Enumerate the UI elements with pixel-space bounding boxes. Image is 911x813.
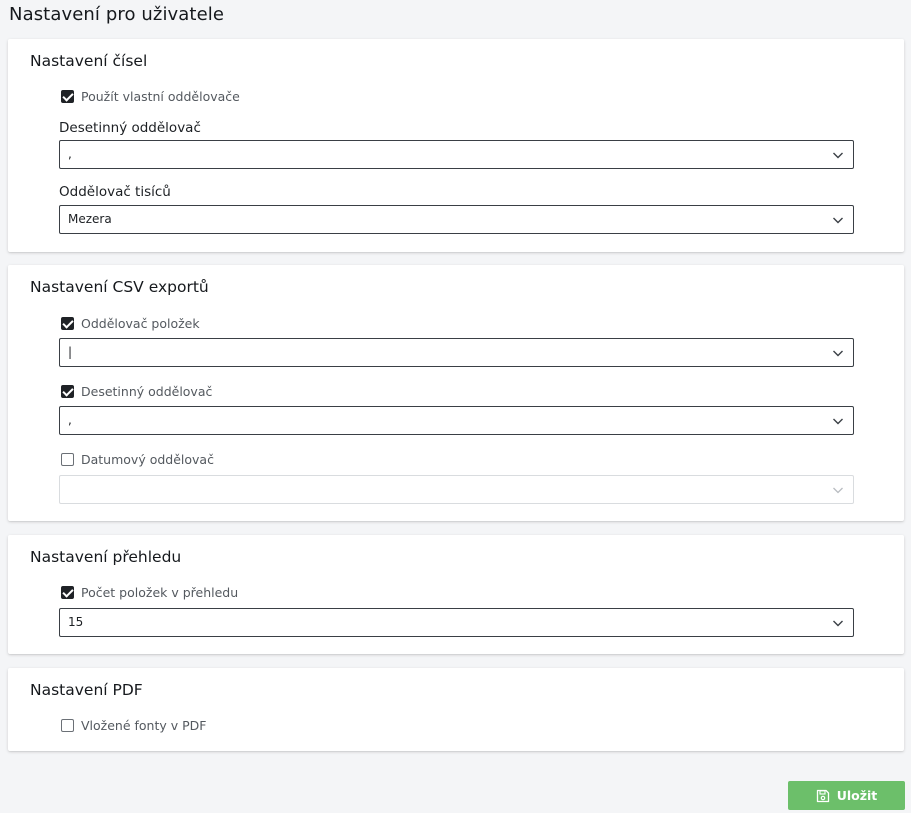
- csv-decimal-separator-label[interactable]: Desetinný oddělovač: [81, 384, 212, 399]
- save-button-label: Uložit: [836, 788, 878, 803]
- decimal-separator-select[interactable]: ,: [59, 140, 854, 169]
- custom-separators-checkbox[interactable]: [61, 89, 74, 103]
- chevron-down-icon: [832, 214, 844, 226]
- csv-decimal-separator-checkbox-row[interactable]: Desetinný oddělovač: [61, 382, 212, 400]
- date-separator-label[interactable]: Datumový oddělovač: [81, 452, 214, 467]
- item-separator-checkbox-row[interactable]: Oddělovač položek: [61, 314, 200, 332]
- pdf-settings-card: Nastavení PDF Vložené fonty v PDF: [8, 668, 904, 751]
- floppy-disk-icon: [816, 789, 830, 803]
- csv-settings-title: Nastavení CSV exportů: [30, 278, 209, 296]
- embedded-fonts-label[interactable]: Vložené fonty v PDF: [81, 718, 206, 733]
- csv-decimal-separator-checkbox[interactable]: [61, 384, 74, 398]
- custom-separators-checkbox-row[interactable]: Použít vlastní oddělovače: [61, 87, 240, 105]
- numbers-settings-title: Nastavení čísel: [30, 52, 148, 70]
- embedded-fonts-checkbox-row[interactable]: Vložené fonty v PDF: [61, 716, 206, 734]
- chevron-down-icon: [832, 617, 844, 629]
- chevron-down-icon: [832, 149, 844, 161]
- date-separator-checkbox-row[interactable]: Datumový oddělovač: [61, 450, 214, 468]
- thousands-separator-value: Mezera: [68, 212, 112, 226]
- csv-decimal-separator-select[interactable]: ,: [59, 406, 854, 435]
- csv-decimal-separator-value: ,: [68, 413, 72, 427]
- chevron-down-icon: [832, 484, 844, 496]
- chevron-down-icon: [832, 347, 844, 359]
- decimal-separator-value: ,: [68, 147, 72, 161]
- items-count-checkbox-row[interactable]: Počet položek v přehledu: [61, 583, 238, 601]
- thousands-separator-label: Oddělovač tisíců: [59, 184, 171, 200]
- custom-separators-label[interactable]: Použít vlastní oddělovače: [81, 89, 240, 104]
- pdf-settings-title: Nastavení PDF: [30, 681, 143, 699]
- item-separator-checkbox[interactable]: [61, 316, 74, 330]
- page-title: Nastavení pro uživatele: [9, 4, 225, 25]
- date-separator-select: [59, 475, 854, 504]
- thousands-separator-select[interactable]: Mezera: [59, 205, 854, 234]
- items-count-select[interactable]: 15: [59, 608, 854, 637]
- items-count-checkbox[interactable]: [61, 585, 74, 599]
- save-button[interactable]: Uložit: [788, 781, 905, 810]
- items-count-label[interactable]: Počet položek v přehledu: [81, 585, 238, 600]
- item-separator-select[interactable]: |: [59, 338, 854, 367]
- embedded-fonts-checkbox[interactable]: [61, 718, 74, 732]
- overview-settings-card: Nastavení přehledu Počet položek v přehl…: [8, 535, 904, 654]
- date-separator-checkbox[interactable]: [61, 452, 74, 466]
- csv-settings-card: Nastavení CSV exportů Oddělovač položek …: [8, 265, 904, 521]
- item-separator-value: |: [68, 345, 73, 359]
- item-separator-label[interactable]: Oddělovač položek: [81, 316, 200, 331]
- items-count-value: 15: [68, 615, 84, 629]
- numbers-settings-card: Nastavení čísel Použít vlastní oddělovač…: [8, 39, 904, 252]
- chevron-down-icon: [832, 415, 844, 427]
- overview-settings-title: Nastavení přehledu: [30, 548, 182, 566]
- decimal-separator-label: Desetinný oddělovač: [59, 120, 201, 136]
